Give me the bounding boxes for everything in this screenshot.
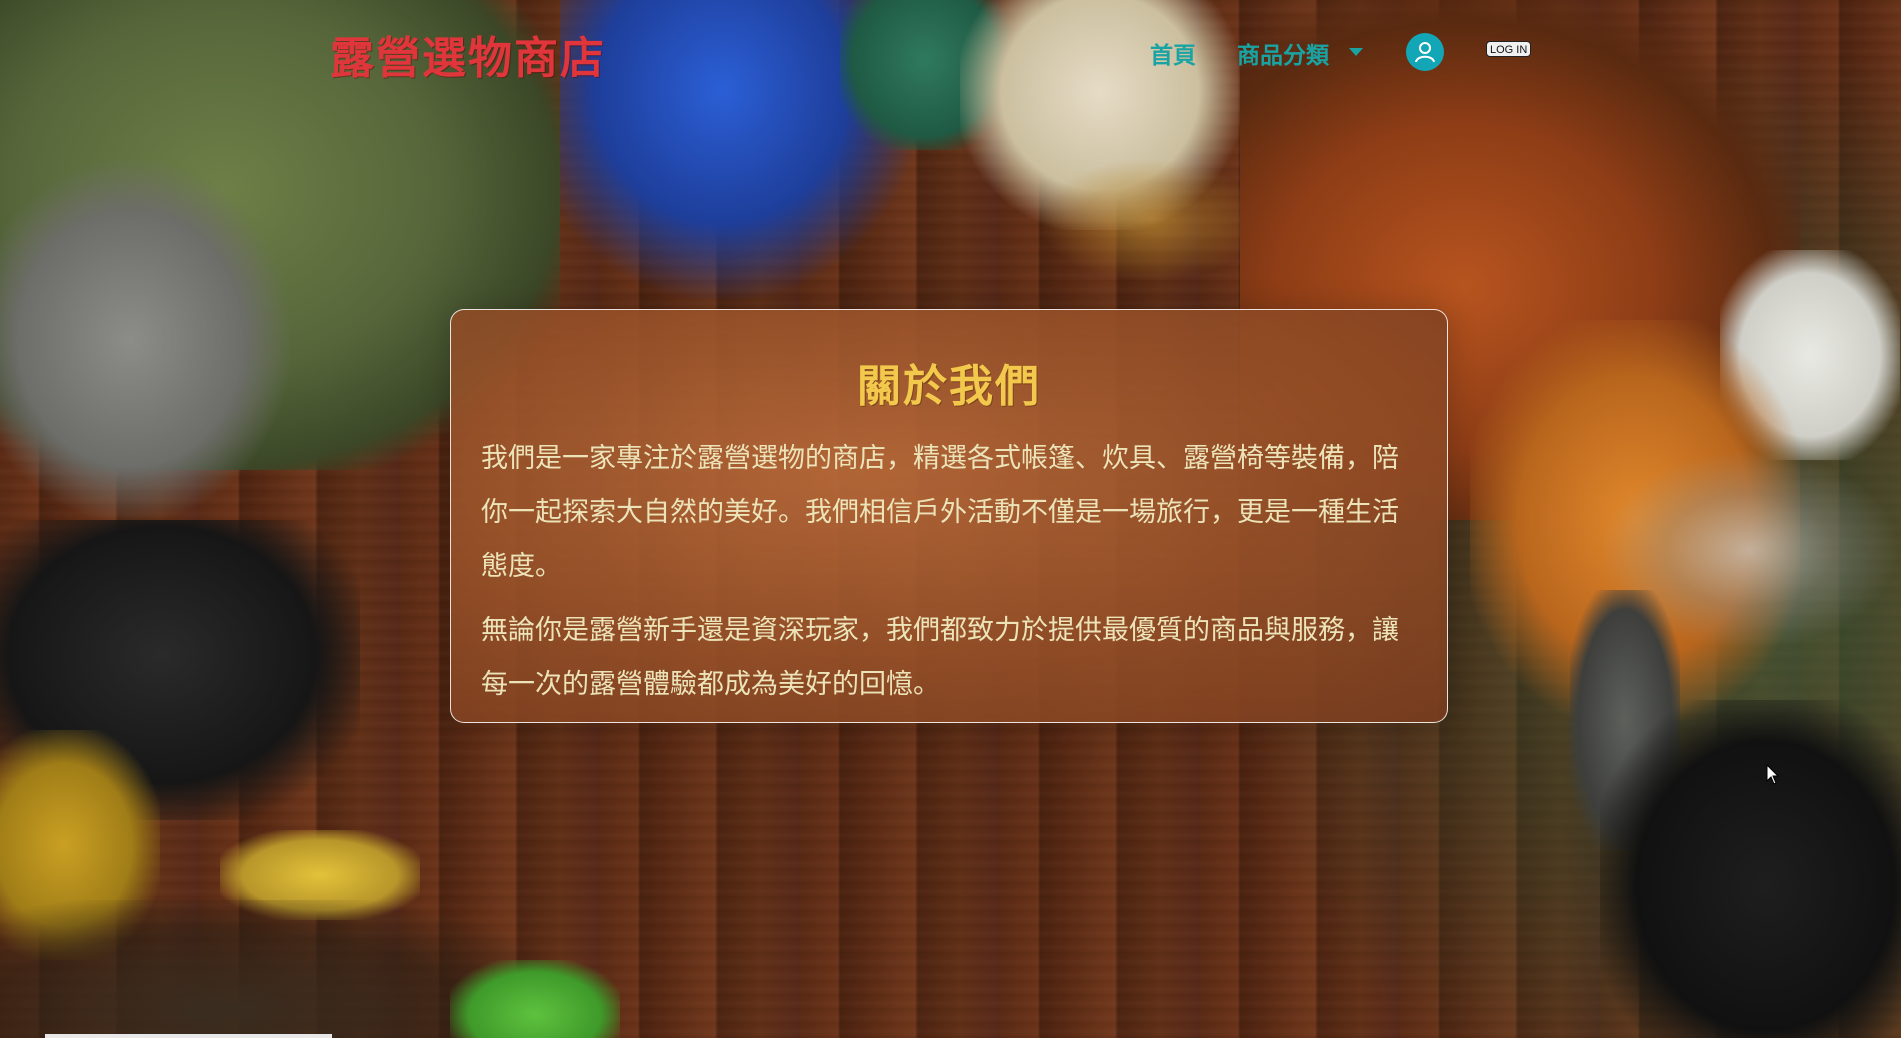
canisters-image bbox=[220, 830, 420, 920]
camera-image bbox=[0, 520, 360, 820]
bag-image bbox=[0, 900, 560, 1038]
tag-image bbox=[1720, 250, 1900, 460]
binoculars-image bbox=[1600, 700, 1901, 1038]
green-bag-image bbox=[450, 960, 620, 1038]
mouse-cursor-icon bbox=[1766, 764, 1780, 785]
about-title: 關於我們 bbox=[857, 361, 1041, 412]
user-icon bbox=[1415, 42, 1435, 63]
about-paragraph-1: 我們是一家專注於露營選物的商店，精選各式帳篷、炊具、露營椅等裝備，陪你一起探索大… bbox=[481, 443, 1399, 582]
gloves-image bbox=[1470, 320, 1800, 720]
about-paragraph-2: 無論你是露營新手還是資深玩家，我們都致力於提供最優質的商品與服務，讓每一次的露營… bbox=[481, 615, 1399, 700]
caret-down-icon[interactable] bbox=[1349, 48, 1363, 56]
scroll-indicator bbox=[45, 1034, 332, 1038]
login-button[interactable]: LOG IN bbox=[1486, 41, 1532, 57]
knife-image bbox=[1600, 450, 1900, 650]
gps-image bbox=[1570, 590, 1680, 850]
navbar: 露營選物商店 首頁 商品分類 LOG IN bbox=[0, 0, 1901, 100]
nav-category-dropdown[interactable]: 商品分類 bbox=[1237, 36, 1329, 70]
yellow-rope-image bbox=[0, 730, 160, 960]
towel-image bbox=[0, 160, 290, 520]
brand-logo[interactable]: 露營選物商店 bbox=[330, 22, 606, 86]
user-circle-icon[interactable] bbox=[1406, 33, 1444, 71]
about-card: 關於我們 我們是一家專注於露營選物的商店，精選各式帳篷、炊具、露營椅等裝備，陪你… bbox=[450, 309, 1448, 723]
sunglasses-image bbox=[1040, 160, 1260, 280]
nav-home-link[interactable]: 首頁 bbox=[1150, 36, 1196, 70]
